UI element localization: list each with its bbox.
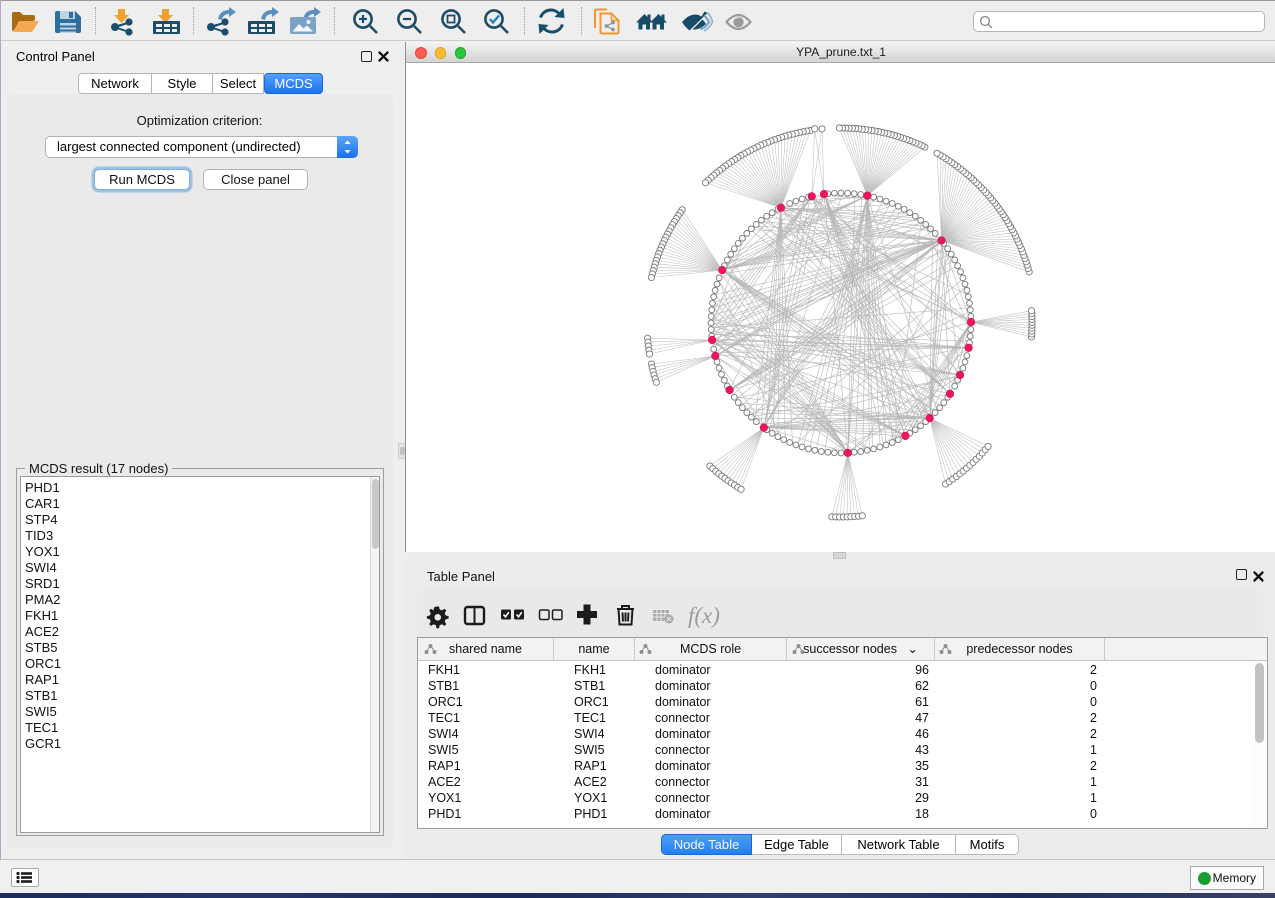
svg-text:f(x): f(x)	[688, 603, 720, 628]
